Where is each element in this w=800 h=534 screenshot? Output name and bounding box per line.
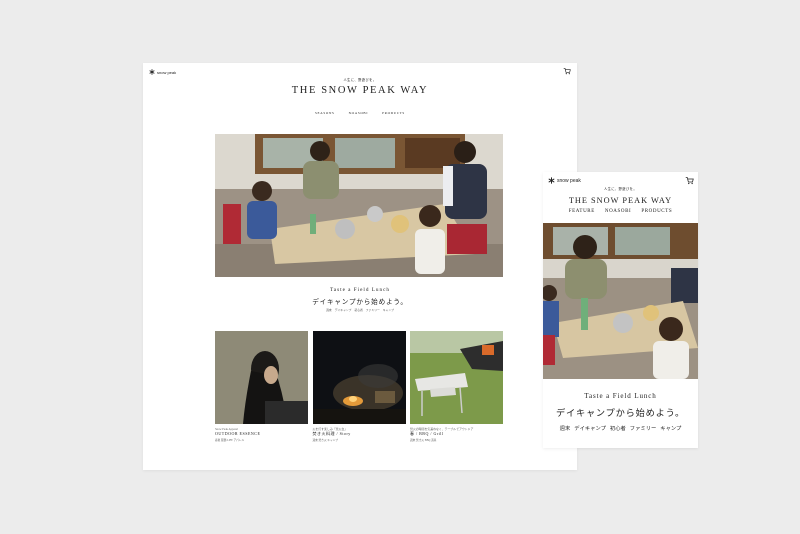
tagline: 人生に、野遊びを。 (603, 187, 638, 191)
main-nav: SEASONS NOASOBI PRODUCTS (143, 111, 577, 115)
tag[interactable]: 週末 (410, 439, 415, 442)
site-title[interactable]: THE SNOW PEAK WAY (143, 85, 577, 96)
nav-item-noasobi[interactable]: NOASOBI (605, 209, 631, 214)
article-cards: Snow Peak Apparel OUTDOOR ESSENCE 春夏 服飾 … (215, 331, 503, 443)
tag[interactable]: 週末 (560, 424, 571, 432)
tag[interactable]: キャンプ (327, 439, 338, 442)
cart-icon[interactable] (685, 176, 694, 185)
tag[interactable]: ファミリー (366, 308, 380, 312)
tag[interactable]: 初心者 (354, 308, 362, 312)
card-tags: 春夏 服飾 LIFE アパレル (215, 439, 308, 442)
card-title[interactable]: OUTDOOR ESSENCE (215, 432, 308, 437)
site-title[interactable]: THE SNOW PEAK WAY (543, 196, 698, 205)
card-image (215, 331, 308, 424)
mobile-preview: snow peak 人生に、野遊びを。 THE SNOW PEAK WAY FE… (543, 172, 698, 448)
main-nav: FEATURE NOASOBI PRODUCTS (543, 209, 698, 214)
hero-subtitle: Taste a Field Lunch (584, 392, 657, 400)
tag[interactable]: 春夏 (215, 439, 220, 442)
tag[interactable]: 週末 (313, 439, 318, 442)
card-title[interactable]: 焚き火料理 / Story (313, 432, 406, 437)
card-tags: 週末 焚き火 BBQ 道具 (410, 439, 503, 442)
hero-image[interactable] (543, 223, 698, 379)
article-card[interactable]: 焚火の時間を気兼ねなく、テーブルでアウトドア 春 / BBQ / Grill 週… (410, 331, 503, 443)
logo-text: snow peak (557, 177, 581, 184)
logo-text: snow peak (157, 69, 177, 75)
hero-subtitle: Taste a Field Lunch (330, 287, 390, 293)
card-image (312, 331, 406, 424)
nav-item-feature[interactable]: FEATURE (569, 209, 595, 214)
nav-item-noasobi[interactable]: NOASOBI (349, 111, 369, 115)
tag[interactable]: 服飾 (221, 439, 226, 442)
tag[interactable]: ファミリー (630, 424, 657, 432)
tag[interactable]: 焚き火 (319, 439, 327, 442)
card-image (410, 331, 503, 424)
snowflake-icon (548, 177, 555, 184)
hero-tags: 週末 デイキャンプ 初心者 ファミリー キャンプ (543, 424, 698, 432)
hero-title[interactable]: デイキャンプから始めよう。 (543, 405, 698, 419)
desktop-preview: snow peak 人生に、野遊びを。 THE SNOW PEAK WAY SE… (143, 63, 577, 470)
nav-item-products[interactable]: PRODUCTS (382, 111, 405, 115)
card-title[interactable]: 春 / BBQ / Grill (410, 432, 503, 437)
mobile-logo[interactable]: snow peak (548, 177, 581, 184)
tag[interactable]: キャンプ (383, 308, 394, 312)
tag[interactable]: 週末 (326, 308, 332, 312)
tagline: 人生に、野遊びを。 (343, 78, 377, 82)
tag[interactable]: キャンプ (660, 424, 681, 432)
cart-icon[interactable] (563, 67, 571, 75)
hero-image[interactable] (215, 134, 503, 277)
tag[interactable]: BBQ (425, 439, 431, 442)
article-card[interactable]: Snow Peak Apparel OUTDOOR ESSENCE 春夏 服飾 … (215, 331, 308, 443)
article-card[interactable]: 火を灯す楽しみ「焚火台」 焚き火料理 / Story 週末 焚き火 キャンプ (312, 331, 406, 443)
card-tags: 週末 焚き火 キャンプ (313, 439, 406, 442)
tag[interactable]: デイキャンプ (335, 308, 352, 312)
tag[interactable]: デイキャンプ (574, 424, 606, 432)
nav-item-seasons[interactable]: SEASONS (315, 111, 335, 115)
nav-item-products[interactable]: PRODUCTS (641, 209, 672, 214)
tag[interactable]: 初心者 (610, 424, 626, 432)
snowflake-icon (149, 69, 155, 75)
hero-tags: 週末 デイキャンプ 初心者 ファミリー キャンプ (143, 308, 577, 312)
tag[interactable]: アパレル (233, 439, 244, 442)
tag[interactable]: 道具 (431, 439, 436, 442)
tag[interactable]: LIFE (227, 439, 233, 442)
desktop-logo[interactable]: snow peak (149, 69, 176, 75)
hero-title[interactable]: デイキャンプから始めよう。 (143, 296, 577, 306)
tag[interactable]: 焚き火 (416, 439, 424, 442)
